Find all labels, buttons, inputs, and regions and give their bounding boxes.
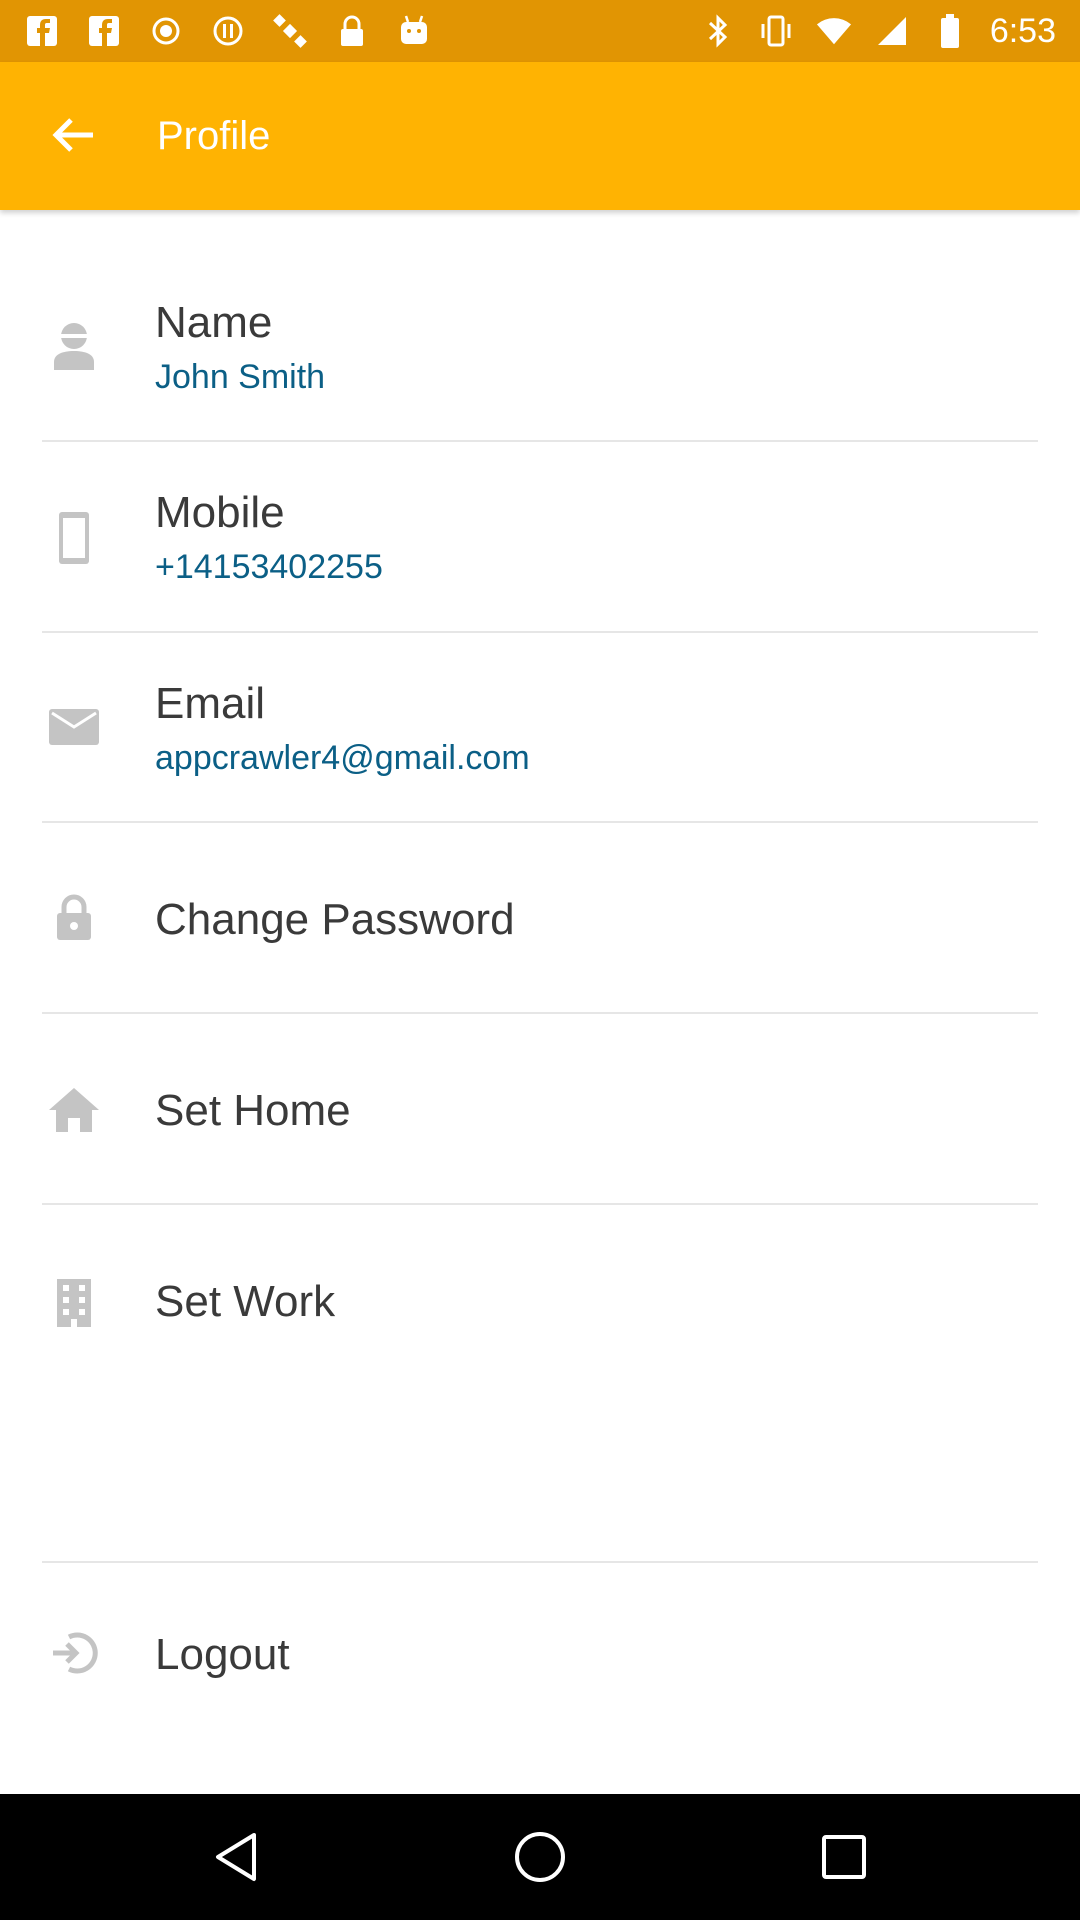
home-icon bbox=[44, 1080, 104, 1140]
nav-back-button[interactable] bbox=[196, 1819, 276, 1899]
set-home-row[interactable]: Set Home bbox=[0, 1014, 1080, 1204]
mail-icon bbox=[44, 697, 104, 757]
nav-recents-button[interactable] bbox=[804, 1819, 884, 1899]
triangle-back-icon bbox=[212, 1831, 260, 1888]
mobile-label: Mobile bbox=[155, 488, 285, 537]
logout-label: Logout bbox=[155, 1630, 290, 1679]
lock-icon bbox=[334, 13, 370, 49]
email-row[interactable]: Email appcrawler4@gmail.com bbox=[0, 633, 1080, 823]
lock-icon bbox=[44, 887, 104, 947]
facebook-icon bbox=[86, 13, 122, 49]
email-label: Email bbox=[155, 679, 266, 728]
name-row[interactable]: Name John Smith bbox=[0, 250, 1080, 440]
person-icon bbox=[44, 315, 104, 375]
navigation-bar bbox=[0, 1794, 1080, 1920]
set-work-row[interactable]: Set Work bbox=[0, 1205, 1080, 1525]
status-time: 6:53 bbox=[989, 11, 1056, 50]
facebook-icon bbox=[24, 13, 60, 49]
vibrate-icon bbox=[758, 13, 794, 49]
logout-icon bbox=[44, 1623, 104, 1683]
arrow-back-icon bbox=[51, 115, 95, 160]
signal-icon bbox=[874, 13, 910, 49]
logout-row[interactable]: Logout bbox=[0, 1563, 1080, 1753]
building-icon bbox=[44, 1273, 104, 1333]
bluetooth-icon bbox=[700, 13, 736, 49]
satellite-icon bbox=[272, 13, 308, 49]
set-work-label: Set Work bbox=[155, 1277, 336, 1326]
nav-home-button[interactable] bbox=[500, 1819, 580, 1899]
battery-icon bbox=[932, 13, 968, 49]
system-icons: 6:53 bbox=[700, 10, 1056, 52]
set-home-label: Set Home bbox=[155, 1086, 351, 1135]
mobile-value: +14153402255 bbox=[155, 548, 383, 586]
back-button[interactable] bbox=[38, 102, 108, 172]
app-toolbar: Profile bbox=[0, 62, 1080, 210]
mobile-row[interactable]: Mobile +14153402255 bbox=[0, 442, 1080, 632]
name-value: John Smith bbox=[155, 358, 326, 396]
name-label: Name bbox=[155, 298, 273, 347]
status-bar: 6:53 bbox=[0, 0, 1080, 62]
wifi-icon bbox=[816, 13, 852, 49]
phone-icon bbox=[44, 508, 104, 568]
info-icon bbox=[210, 13, 246, 49]
square-recents-icon bbox=[820, 1833, 868, 1886]
email-value: appcrawler4@gmail.com bbox=[155, 739, 530, 777]
page-title: Profile bbox=[157, 114, 271, 158]
record-icon bbox=[148, 13, 184, 49]
change-password-row[interactable]: Change Password bbox=[0, 823, 1080, 1013]
notification-icons bbox=[24, 10, 432, 52]
change-password-label: Change Password bbox=[155, 895, 515, 944]
circle-home-icon bbox=[513, 1830, 567, 1889]
android-icon bbox=[396, 13, 432, 49]
